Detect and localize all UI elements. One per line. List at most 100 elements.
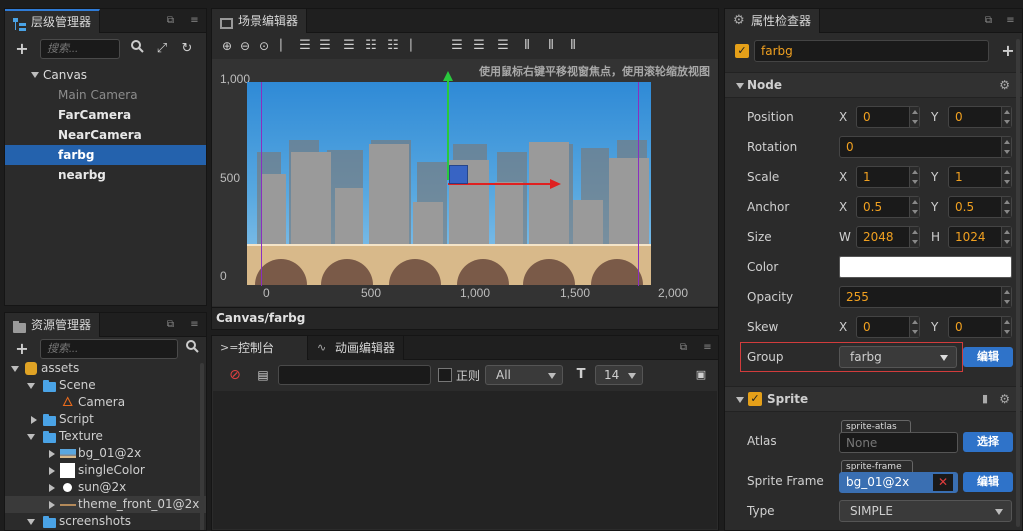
tab-assets[interactable]: 资源管理器	[5, 313, 101, 337]
menu-icon[interactable]: ≡	[1005, 15, 1016, 26]
sprite-section-header[interactable]: ✓ Sprite ▮ ⚙	[725, 386, 1022, 412]
asset-row-theme-front[interactable]: theme_front_01@2x	[5, 496, 206, 513]
sprite-frame-field[interactable]: bg_01@2x ✕	[839, 472, 958, 493]
asset-row-assets[interactable]: assets	[5, 360, 206, 377]
collapse-icon[interactable]: ▣	[692, 366, 710, 384]
asset-row-script[interactable]: Script	[5, 411, 206, 428]
node-section-header[interactable]: Node ⚙	[725, 72, 1022, 98]
distribute-right-icon[interactable]: ☰	[494, 37, 512, 55]
sprite-enabled-checkbox[interactable]: ✓	[748, 392, 762, 406]
distribute-top-icon[interactable]: ⫴	[518, 37, 536, 55]
tree-row-far-camera[interactable]: FarCamera	[5, 105, 206, 125]
skew-x-input[interactable]: 0	[856, 316, 920, 338]
expand-arrow-icon[interactable]	[27, 383, 35, 389]
collapse-arrow-icon[interactable]	[31, 416, 37, 424]
log-level-select[interactable]: All	[485, 365, 563, 385]
group-select[interactable]: farbg	[839, 346, 957, 368]
regex-checkbox[interactable]	[438, 368, 452, 382]
asset-row-bg01[interactable]: bg_01@2x	[5, 445, 206, 462]
distribute-left-icon[interactable]: ⎸	[408, 37, 426, 55]
color-swatch[interactable]	[839, 256, 1012, 278]
asset-row-camera[interactable]: 🜂 Camera	[5, 394, 206, 411]
align-right-icon[interactable]: ☰	[316, 37, 334, 55]
gizmo-x-arrow-icon[interactable]	[550, 179, 561, 189]
collapse-arrow-icon[interactable]	[49, 467, 55, 475]
console-filter-input[interactable]	[278, 365, 431, 385]
tab-animation[interactable]: ∿ 动画编辑器	[309, 336, 405, 360]
distribute-h-icon[interactable]: ☰	[448, 37, 466, 55]
assets-search-input[interactable]	[40, 339, 178, 359]
collapse-arrow-icon[interactable]	[49, 450, 55, 458]
tree-row-canvas[interactable]: Canvas	[5, 65, 206, 85]
anchor-y-input[interactable]: 0.5	[948, 196, 1012, 218]
rotation-input[interactable]: 0	[839, 136, 1012, 158]
book-icon[interactable]: ▮	[982, 392, 988, 405]
maximize-icon[interactable]: ⧉	[165, 319, 176, 330]
maximize-icon[interactable]: ⧉	[165, 15, 176, 26]
add-icon[interactable]: +	[13, 40, 31, 58]
hierarchy-search-input[interactable]	[40, 39, 120, 59]
tree-row-nearbg[interactable]: nearbg	[5, 165, 206, 185]
size-w-input[interactable]: 2048	[856, 226, 920, 248]
collapse-arrow-icon[interactable]	[49, 484, 55, 492]
asset-row-sun[interactable]: sun@2x	[5, 479, 206, 496]
asset-row-singlecolor[interactable]: singleColor	[5, 462, 206, 479]
atlas-field[interactable]: None	[839, 432, 958, 453]
font-size-select[interactable]: 14	[595, 365, 643, 385]
group-edit-button[interactable]: 编辑	[963, 347, 1013, 367]
open-log-icon[interactable]: ▤	[254, 366, 272, 384]
tab-scene[interactable]: 场景编辑器	[212, 9, 308, 33]
scene-viewport[interactable]: 使用鼠标右键平移视窗焦点，使用滚轮缩放视图 1,000 500 0	[212, 59, 718, 306]
menu-icon[interactable]: ≡	[189, 15, 200, 26]
gizmo-y-arrow-icon[interactable]	[443, 71, 453, 81]
search-icon[interactable]	[128, 40, 146, 58]
gizmo-center-handle[interactable]	[449, 165, 468, 184]
refresh-icon[interactable]: ↻	[178, 40, 196, 58]
position-y-input[interactable]: 0	[948, 106, 1012, 128]
align-vcenter-icon[interactable]: ☷	[362, 37, 380, 55]
menu-icon[interactable]: ≡	[702, 342, 713, 353]
zoom-out-icon[interactable]: ⊖	[236, 37, 254, 55]
distribute-hcenter-icon[interactable]: ☰	[470, 37, 488, 55]
size-h-input[interactable]: 1024	[948, 226, 1012, 248]
align-left-icon[interactable]: ⎸	[278, 37, 296, 55]
atlas-select-button[interactable]: 选择	[963, 432, 1013, 452]
tree-row-main-camera[interactable]: Main Camera	[5, 85, 206, 105]
position-x-input[interactable]: 0	[856, 106, 920, 128]
expand-arrow-icon[interactable]	[27, 434, 35, 440]
tab-hierarchy[interactable]: 层级管理器	[5, 9, 101, 33]
collapse-arrow-icon[interactable]	[49, 501, 55, 509]
zoom-reset-icon[interactable]: ⊙	[255, 37, 273, 55]
node-active-checkbox[interactable]: ✓	[735, 44, 749, 58]
expand-icon[interactable]: ⤢	[153, 40, 171, 58]
tab-console[interactable]: >= 控制台	[212, 336, 308, 360]
node-name-field[interactable]: farbg	[754, 40, 989, 62]
expand-arrow-icon[interactable]	[11, 366, 19, 372]
tree-row-farbg[interactable]: farbg	[5, 145, 206, 165]
assets-scrollbar[interactable]	[200, 363, 204, 530]
settings-gear-icon[interactable]: ⚙	[999, 392, 1010, 406]
maximize-icon[interactable]: ⧉	[678, 342, 689, 353]
expand-arrow-icon[interactable]	[27, 519, 35, 525]
add-icon[interactable]: +	[13, 340, 31, 358]
maximize-icon[interactable]: ⧉	[983, 15, 994, 26]
search-icon[interactable]	[183, 340, 201, 358]
align-hcenter-icon[interactable]: ☰	[296, 37, 314, 55]
inspector-scrollbar[interactable]	[1016, 39, 1020, 527]
asset-row-screenshots[interactable]: screenshots	[5, 513, 206, 530]
anchor-x-input[interactable]: 0.5	[856, 196, 920, 218]
clear-icon[interactable]: ✕	[933, 474, 953, 491]
expand-arrow-icon[interactable]	[31, 72, 39, 78]
align-bottom-icon[interactable]: ☷	[384, 37, 402, 55]
add-component-icon[interactable]: +	[999, 42, 1017, 60]
console-log-area[interactable]	[213, 391, 717, 529]
settings-gear-icon[interactable]: ⚙	[999, 78, 1010, 92]
scale-y-input[interactable]: 1	[948, 166, 1012, 188]
menu-icon[interactable]: ≡	[189, 319, 200, 330]
opacity-input[interactable]: 255	[839, 286, 1012, 308]
type-select[interactable]: SIMPLE	[839, 500, 1012, 522]
tree-row-near-camera[interactable]: NearCamera	[5, 125, 206, 145]
align-top-icon[interactable]: ☰	[340, 37, 358, 55]
tab-inspector[interactable]: ⚙ 属性检查器	[725, 9, 821, 33]
sprite-frame-edit-button[interactable]: 编辑	[963, 472, 1013, 492]
